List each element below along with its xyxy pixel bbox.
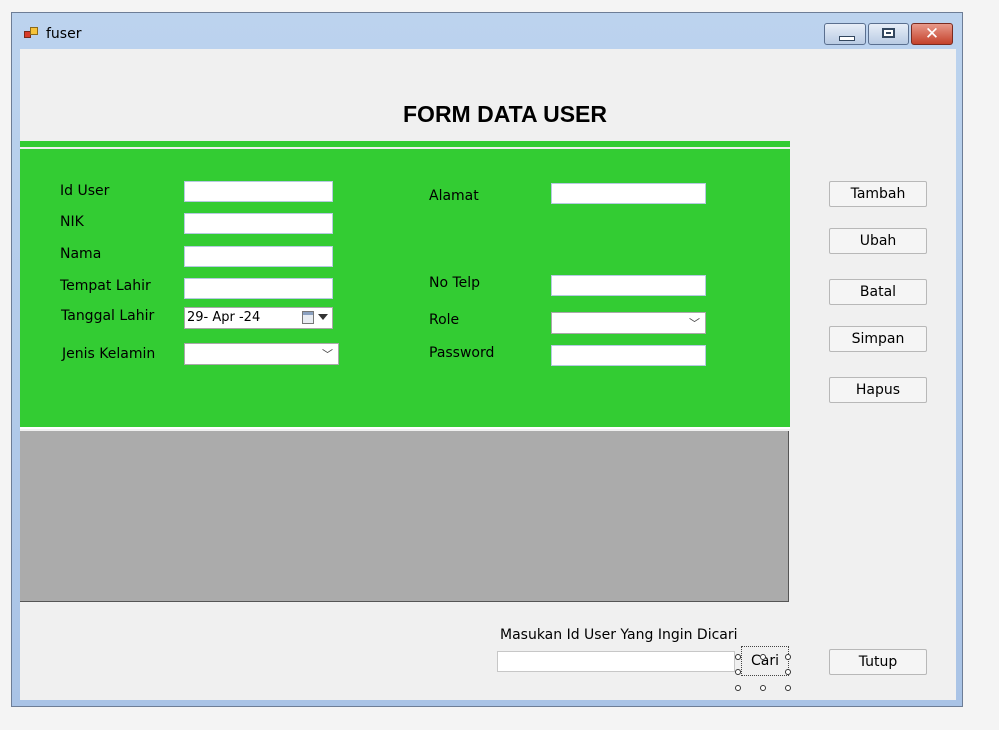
maximize-button[interactable] [868, 23, 909, 45]
alamat-field[interactable] [551, 183, 706, 204]
maximize-icon [882, 28, 895, 38]
chevron-down-icon: ﹀ [689, 317, 700, 330]
app-window: fuser ✕ FORM DATA USER Id User NIK Nama … [11, 12, 963, 707]
role-select[interactable]: ﹀ [551, 312, 706, 334]
chevron-down-icon: ﹀ [322, 348, 333, 361]
password-field[interactable] [551, 345, 706, 366]
search-label: Masukan Id User Yang Ingin Dicari [500, 627, 738, 643]
resize-handle[interactable] [735, 685, 741, 691]
tempat-lahir-label: Tempat Lahir [60, 278, 151, 294]
no-telp-label: No Telp [429, 275, 481, 291]
search-input[interactable] [497, 651, 735, 672]
resize-handle[interactable] [760, 654, 766, 660]
resize-handle[interactable] [760, 685, 766, 691]
user-data-grid[interactable] [20, 431, 789, 602]
resize-handle[interactable] [735, 654, 741, 660]
title-bar[interactable]: fuser ✕ [12, 13, 962, 49]
calendar-icon[interactable] [302, 311, 314, 324]
form-client-area: FORM DATA USER Id User NIK Nama Tempat L… [20, 49, 956, 700]
no-telp-field[interactable] [551, 275, 706, 296]
page-title: FORM DATA USER [403, 101, 608, 127]
tambah-button[interactable]: Tambah [829, 181, 927, 207]
jenis-kelamin-label: Jenis Kelamin [62, 346, 156, 362]
cari-button[interactable]: Cari [741, 646, 789, 676]
close-icon: ✕ [924, 24, 940, 44]
close-button[interactable]: ✕ [911, 23, 953, 45]
window-title: fuser [46, 26, 82, 42]
batal-button[interactable]: Batal [829, 279, 927, 305]
nik-field[interactable] [184, 213, 333, 234]
resize-handle[interactable] [785, 685, 791, 691]
tempat-lahir-field[interactable] [184, 278, 333, 299]
alamat-label: Alamat [429, 188, 479, 204]
minimize-button[interactable] [824, 23, 866, 45]
resize-handle[interactable] [785, 654, 791, 660]
nama-label: Nama [60, 246, 102, 262]
ubah-button[interactable]: Ubah [829, 228, 927, 254]
id-user-field[interactable] [184, 181, 333, 202]
password-label: Password [429, 345, 495, 361]
jenis-kelamin-select[interactable]: ﹀ [184, 343, 339, 365]
simpan-button[interactable]: Simpan [829, 326, 927, 352]
tutup-button[interactable]: Tutup [829, 649, 927, 675]
dropdown-arrow-icon[interactable] [318, 314, 328, 320]
header-divider [20, 141, 790, 147]
tanggal-lahir-datepicker[interactable]: 29- Apr -24 [184, 307, 333, 329]
nama-field[interactable] [184, 246, 333, 267]
hapus-button[interactable]: Hapus [829, 377, 927, 403]
user-data-panel: Id User NIK Nama Tempat Lahir Tanggal La… [20, 149, 790, 429]
nik-label: NIK [60, 214, 84, 230]
id-user-label: Id User [60, 183, 110, 199]
role-label: Role [429, 312, 460, 328]
minimize-icon [839, 36, 855, 41]
app-icon[interactable] [24, 27, 38, 41]
tanggal-lahir-label: Tanggal Lahir [61, 308, 155, 324]
resize-handle[interactable] [735, 669, 741, 675]
resize-handle[interactable] [785, 669, 791, 675]
tanggal-lahir-value: 29- Apr -24 [187, 310, 261, 325]
